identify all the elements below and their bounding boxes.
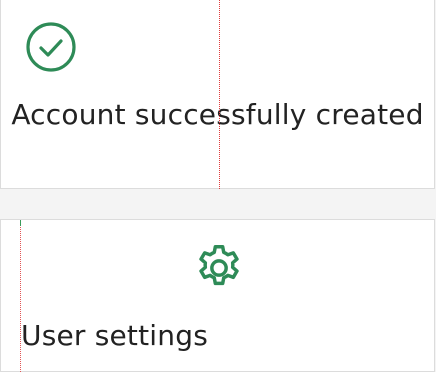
guide-line xyxy=(219,0,220,189)
guide-line-marker xyxy=(20,220,21,226)
gear-icon xyxy=(199,245,239,286)
guide-line xyxy=(20,220,21,372)
user-settings-card[interactable]: User settings xyxy=(0,219,435,372)
user-settings-label: User settings xyxy=(21,319,208,352)
check-circle-icon xyxy=(26,22,76,72)
success-card: Account successfully created xyxy=(0,0,435,189)
success-message: Account successfully created xyxy=(11,98,424,131)
page: Account successfully created User settin… xyxy=(0,0,436,372)
